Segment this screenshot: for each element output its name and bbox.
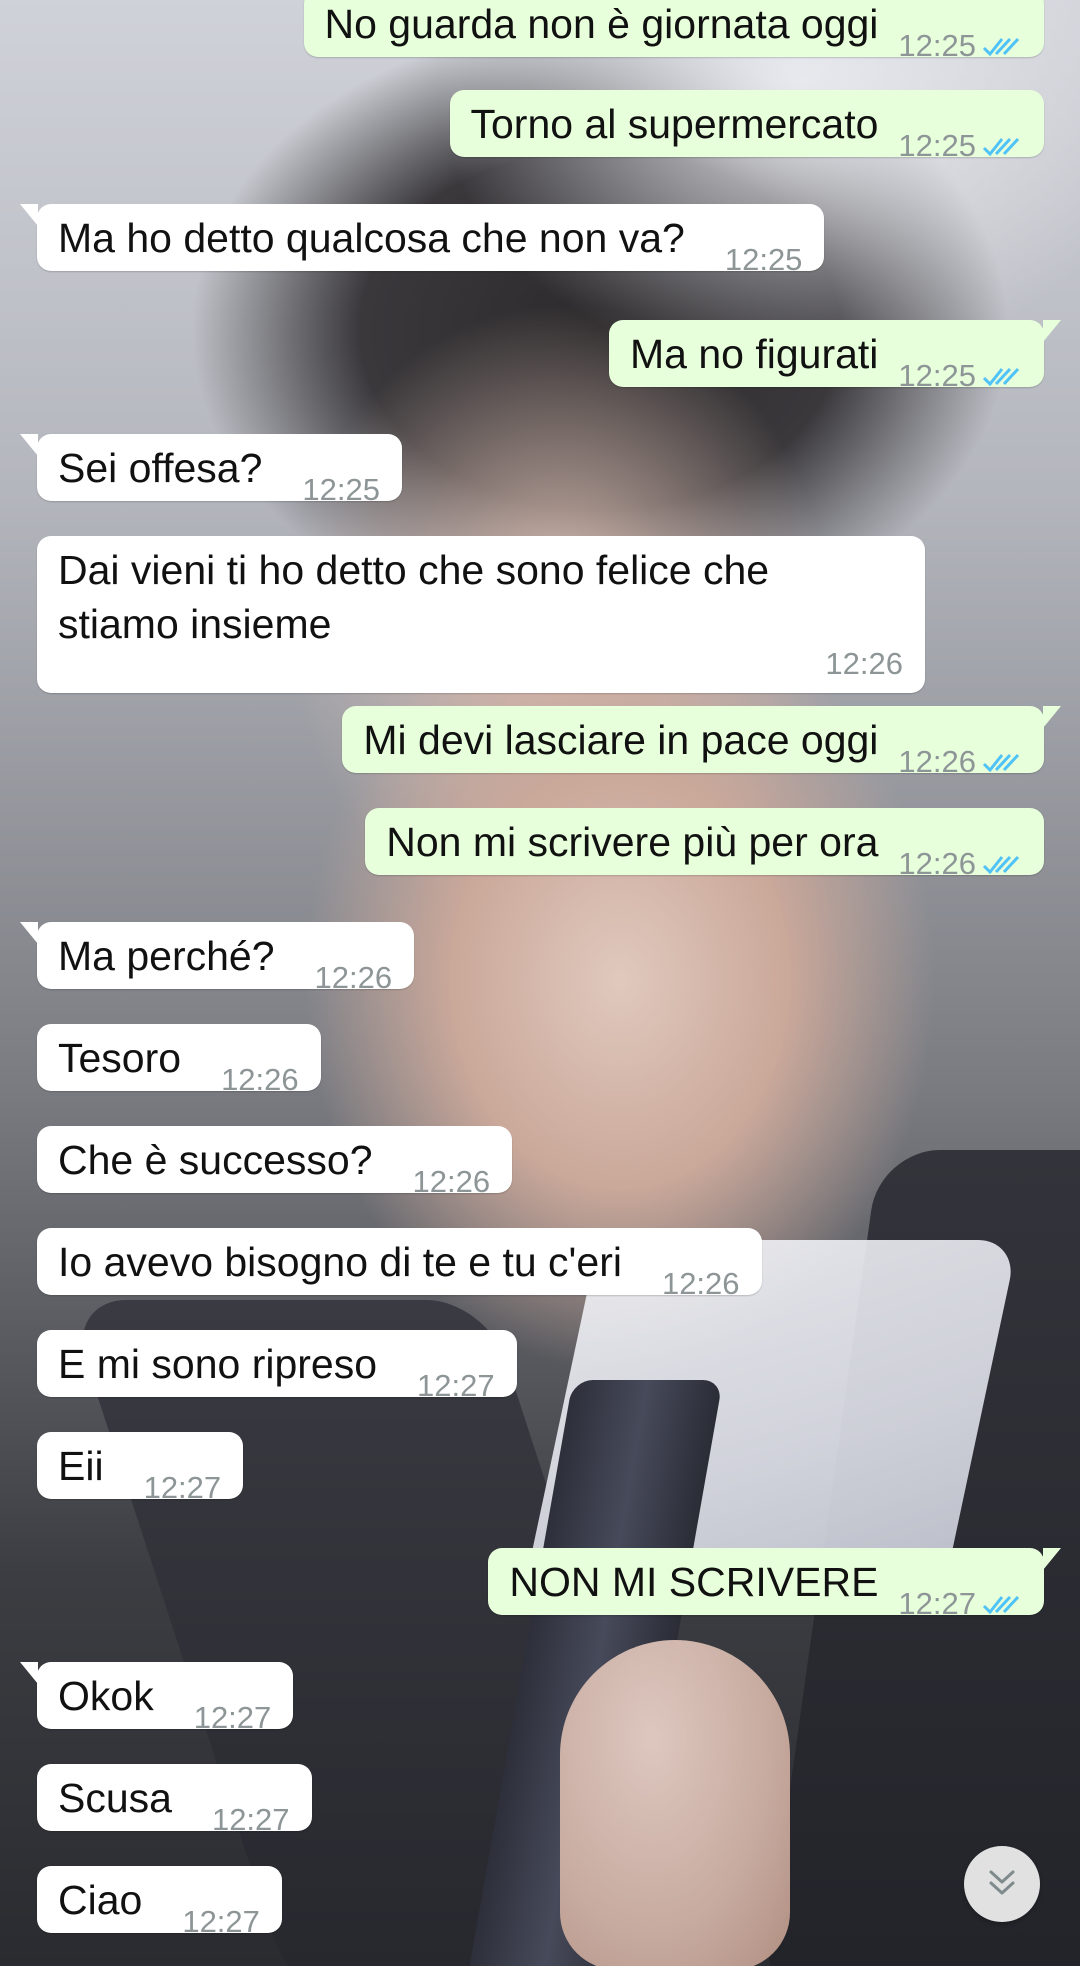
message-text: Eii xyxy=(58,1443,104,1489)
double-check-read-icon xyxy=(982,37,1020,57)
outgoing-message[interactable]: Torno al supermercato 12:25 xyxy=(449,90,1044,163)
message-time: 12:27 xyxy=(143,1470,222,1505)
outgoing-message[interactable]: Non mi scrivere più per ora 12:26 xyxy=(365,808,1044,881)
message-time: 12:26 xyxy=(898,846,976,881)
message-time: 12:26 xyxy=(898,744,976,779)
message-time: 12:25 xyxy=(724,242,803,277)
message-meta: 12:26 xyxy=(898,847,1022,881)
incoming-message[interactable]: Scusa 12:27 xyxy=(37,1764,312,1837)
incoming-message[interactable]: Dai vieni ti ho detto che sono felice ch… xyxy=(37,536,925,693)
outgoing-message[interactable]: Ma no figurati 12:25 xyxy=(609,320,1061,393)
message-time: 12:26 xyxy=(221,1062,299,1097)
incoming-message[interactable]: Eii 12:27 xyxy=(37,1432,244,1505)
incoming-message[interactable]: Ma perché? 12:26 xyxy=(19,922,415,995)
message-time: 12:25 xyxy=(302,472,380,507)
message-time: 12:26 xyxy=(661,1266,740,1301)
message-meta: 12:25 xyxy=(898,29,1022,63)
outgoing-message[interactable]: NON MI SCRIVERE 12:27 xyxy=(488,1548,1061,1621)
message-text: Okok xyxy=(58,1673,154,1719)
message-time: 12:26 xyxy=(412,1164,491,1199)
message-text: Sei offesa? xyxy=(58,445,263,491)
incoming-message[interactable]: Sei offesa? 12:25 xyxy=(20,434,402,507)
incoming-message[interactable]: Ma ho detto qualcosa che non va? 12:25 xyxy=(19,204,825,277)
incoming-message[interactable]: Che è successo? 12:26 xyxy=(37,1126,513,1199)
message-time: 12:27 xyxy=(898,1586,976,1621)
double-check-read-icon xyxy=(982,753,1020,773)
double-check-read-icon xyxy=(982,855,1020,875)
message-text: Ma no figurati xyxy=(630,331,879,377)
message-text: Torno al supermercato xyxy=(470,101,879,147)
double-check-read-icon xyxy=(982,1595,1020,1615)
message-meta: 12:25 xyxy=(898,129,1022,163)
message-time: 12:27 xyxy=(193,1700,272,1735)
message-time: 12:26 xyxy=(825,646,903,681)
message-text: Tesoro xyxy=(58,1035,182,1081)
message-time: 12:25 xyxy=(898,28,976,63)
message-text-line: stiamo insieme xyxy=(58,601,332,647)
message-meta: 12:25 xyxy=(898,359,1022,393)
double-check-read-icon xyxy=(982,137,1020,157)
message-text: E mi sono ripreso xyxy=(58,1341,378,1387)
message-time: 12:25 xyxy=(898,128,976,163)
message-list[interactable]: No guarda non è giornata oggi 12:25 Torno… xyxy=(0,0,1080,1966)
message-time: 12:27 xyxy=(211,1802,290,1837)
incoming-message[interactable]: Ciao 12:27 xyxy=(37,1866,282,1939)
message-text-line: Dai vieni ti ho detto che sono felice ch… xyxy=(58,547,770,593)
message-time: 12:27 xyxy=(417,1368,495,1403)
message-text: Ma perché? xyxy=(58,933,275,979)
message-meta: 12:26 xyxy=(898,745,1022,779)
double-chevron-down-icon xyxy=(989,1870,1015,1895)
message-text: Ma ho detto qualcosa che non va? xyxy=(58,215,685,261)
message-text: Mi devi lasciare in pace oggi xyxy=(363,717,879,763)
message-meta: 12:27 xyxy=(898,1587,1022,1621)
outgoing-message[interactable]: No guarda non è giornata oggi 12:25 xyxy=(303,0,1044,63)
message-text: No guarda non è giornata oggi xyxy=(324,1,879,47)
message-text: Non mi scrivere più per ora xyxy=(386,819,879,865)
message-time: 12:27 xyxy=(182,1904,260,1939)
message-text: Scusa xyxy=(58,1775,172,1821)
double-check-read-icon xyxy=(982,367,1020,387)
message-text: Ciao xyxy=(58,1877,143,1923)
incoming-message[interactable]: E mi sono ripreso 12:27 xyxy=(37,1330,517,1403)
message-text: NON MI SCRIVERE xyxy=(509,1559,879,1605)
incoming-message[interactable]: Okok 12:27 xyxy=(19,1662,294,1735)
outgoing-message[interactable]: Mi devi lasciare in pace oggi 12:26 xyxy=(342,706,1061,779)
message-text: Che è successo? xyxy=(58,1137,373,1183)
incoming-message[interactable]: Io avevo bisogno di te e tu c'eri 12:26 xyxy=(37,1228,762,1301)
scroll-to-bottom-button[interactable] xyxy=(964,1846,1040,1922)
message-time: 12:25 xyxy=(898,358,976,393)
incoming-message[interactable]: Tesoro 12:26 xyxy=(37,1024,321,1097)
message-time: 12:26 xyxy=(314,960,393,995)
message-text: Io avevo bisogno di te e tu c'eri xyxy=(58,1239,622,1285)
